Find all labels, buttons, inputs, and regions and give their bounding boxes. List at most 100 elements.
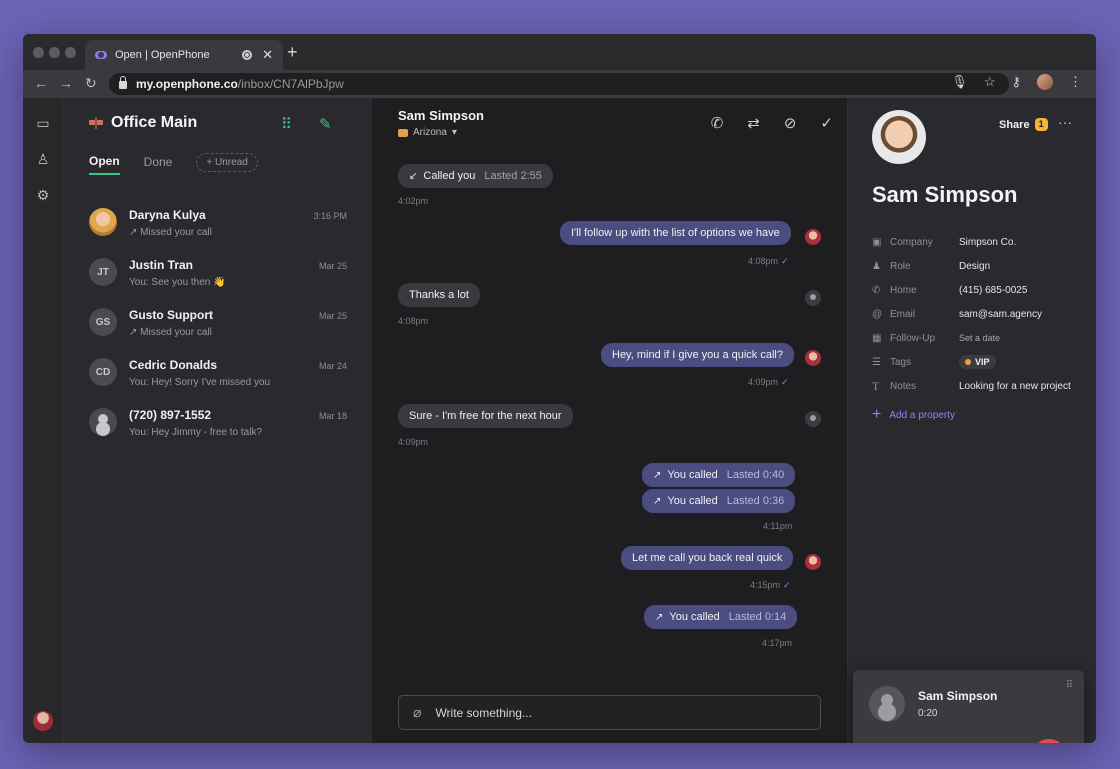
url-domain: my.openphone.co bbox=[136, 77, 238, 91]
conversation-time: 3:16 PM bbox=[313, 211, 347, 221]
briefcase-icon: ▣ bbox=[872, 236, 882, 248]
caller-avatar bbox=[869, 686, 905, 722]
chat-contact-name[interactable]: Sam Simpson bbox=[398, 108, 484, 123]
profile-avatar[interactable] bbox=[1037, 74, 1053, 90]
delivered-check-icon: ✓ bbox=[781, 377, 789, 387]
user-avatar[interactable] bbox=[33, 711, 53, 731]
delivered-check-icon: ✓ bbox=[783, 580, 791, 590]
inbox-title[interactable]: Office Main bbox=[89, 114, 197, 132]
contact-avatar bbox=[872, 110, 926, 164]
star-icon[interactable]: ☆ bbox=[984, 74, 996, 90]
phone-call-icon[interactable]: ✆ bbox=[711, 114, 724, 132]
list-item[interactable]: JT Justin Tran You: See you then 👋 Mar 2… bbox=[63, 254, 371, 304]
property-email[interactable]: @ Email sam@sam.agency bbox=[872, 302, 1082, 326]
inbox-title-text: Office Main bbox=[111, 114, 198, 131]
message-time: 4:08pm ✓ bbox=[748, 256, 789, 266]
tag-color-dot bbox=[965, 359, 971, 365]
tag-chip[interactable]: VIP bbox=[959, 355, 996, 369]
share-count-badge: 1 bbox=[1034, 118, 1048, 131]
reload-icon[interactable]: ↻ bbox=[85, 75, 97, 92]
avatar: GS bbox=[89, 308, 117, 336]
paperclip-icon[interactable]: ⌀ bbox=[413, 704, 421, 721]
conversation-preview: ↗ Missed your call bbox=[129, 327, 212, 338]
toolbar-right-icons: 🎙 ☆ ⚷ ⋮ bbox=[951, 74, 1082, 90]
new-tab-icon[interactable]: + bbox=[287, 42, 298, 63]
message-time: 4:09pm ✓ bbox=[748, 377, 789, 387]
chat-location[interactable]: Arizona ▾ bbox=[398, 127, 457, 138]
contact-avatar bbox=[805, 290, 821, 306]
message-time: 4:02pm bbox=[398, 196, 429, 206]
tab-bar: Open | OpenPhone ✕ + bbox=[23, 34, 1096, 70]
tab-title: Open | OpenPhone bbox=[115, 49, 210, 61]
drag-handle-icon[interactable]: ⠿ bbox=[1066, 680, 1073, 691]
message-time: 4:08pm bbox=[398, 316, 429, 326]
contacts-icon[interactable]: ♙ bbox=[34, 150, 52, 168]
recording-indicator-icon bbox=[242, 50, 253, 60]
message-bubble-incoming: Sure - I'm free for the next hour bbox=[398, 404, 573, 428]
call-log-bubble: ↗ You called Lasted 0:40 bbox=[642, 463, 796, 487]
location-flag-icon bbox=[398, 128, 408, 137]
contact-panel: Share 1 ··· Sam Simpson ▣ Company Simpso… bbox=[848, 98, 1096, 743]
unread-filter-button[interactable]: + Unread bbox=[196, 152, 258, 172]
property-notes[interactable]: T Notes Looking for a new project bbox=[872, 374, 1082, 398]
compose-pencil-icon[interactable]: ✎ bbox=[319, 115, 332, 133]
call-log-bubble: ↗ You called Lasted 0:14 bbox=[644, 605, 798, 629]
browser-toolbar: ← → ↻ my.openphone.co /inbox/CN7AlPbJpw … bbox=[23, 70, 1096, 98]
list-item[interactable]: Daryna Kulya ↗ Missed your call 3:16 PM bbox=[63, 204, 371, 254]
list-item[interactable]: GS Gusto Support ↗ Missed your call Mar … bbox=[63, 304, 371, 354]
message-bubble-outgoing: Hey, mind if I give you a quick call? bbox=[601, 343, 794, 367]
property-follow-up[interactable]: ▦ Follow-Up Set a date bbox=[872, 326, 1082, 350]
tab-done[interactable]: Done bbox=[144, 155, 173, 174]
contact-properties: ▣ Company Simpson Co. ♟ Role Design ✆ Ho… bbox=[872, 230, 1082, 398]
active-call-widget: Sam Simpson 0:20 ⠿ ⚙ ⠿ 🎙 ☎ bbox=[853, 670, 1084, 743]
key-icon[interactable]: ⚷ bbox=[1011, 74, 1021, 90]
property-tags[interactable]: ☰ Tags VIP bbox=[872, 350, 1082, 374]
browser-window: Open | OpenPhone ✕ + ← → ↻ my.openphone.… bbox=[23, 34, 1096, 743]
call-log-bubble: ↗ You called Lasted 0:36 bbox=[642, 489, 796, 513]
list-item[interactable]: CD Cedric Donalds You: Hey! Sorry I've m… bbox=[63, 354, 371, 404]
openphone-app: ▭ ♙ ⚙ Office Main ⠿ ✎ Open Done + Unread… bbox=[23, 98, 1096, 743]
chat-panel: Sam Simpson Arizona ▾ ✆ ⇄ ⊘ ✓ ↙ Called yo… bbox=[371, 98, 848, 743]
property-company[interactable]: ▣ Company Simpson Co. bbox=[872, 230, 1082, 254]
close-window-dot[interactable] bbox=[33, 47, 44, 58]
back-arrow-icon[interactable]: ← bbox=[34, 75, 48, 91]
share-contact-icon[interactable]: ⇄ bbox=[747, 114, 760, 132]
address-bar[interactable]: my.openphone.co /inbox/CN7AlPbJpw bbox=[109, 73, 1009, 95]
message-bubble-outgoing: Let me call you back real quick bbox=[621, 546, 794, 570]
mark-done-check-icon[interactable]: ✓ bbox=[820, 114, 833, 132]
composer-placeholder: Write something... bbox=[435, 705, 532, 720]
avatar bbox=[89, 208, 117, 236]
forward-arrow-icon[interactable]: → bbox=[59, 75, 73, 91]
kebab-menu-icon[interactable]: ⋮ bbox=[1069, 74, 1082, 90]
microphone-icon[interactable]: 🎙 bbox=[951, 74, 968, 90]
share-button[interactable]: Share 1 bbox=[999, 118, 1048, 131]
hang-up-button[interactable]: ☎ bbox=[1031, 739, 1067, 743]
property-role[interactable]: ♟ Role Design bbox=[872, 254, 1082, 278]
minimize-window-dot[interactable] bbox=[49, 47, 60, 58]
settings-gear-icon[interactable]: ⚙ bbox=[34, 186, 52, 204]
conversation-preview: You: Hey! Sorry I've missed you bbox=[129, 377, 271, 388]
contact-name[interactable]: Sam Simpson bbox=[872, 182, 1017, 208]
tab-open[interactable]: Open bbox=[89, 154, 120, 175]
outgoing-call-icon: ↗ bbox=[655, 612, 664, 623]
text-t-icon: T bbox=[872, 378, 880, 393]
close-tab-icon[interactable]: ✕ bbox=[262, 47, 273, 63]
browser-tab[interactable]: Open | OpenPhone ✕ bbox=[85, 40, 283, 70]
caller-name: Sam Simpson bbox=[918, 689, 998, 703]
at-sign-icon: @ bbox=[872, 308, 883, 320]
property-home[interactable]: ✆ Home (415) 685-0025 bbox=[872, 278, 1082, 302]
more-options-icon[interactable]: ··· bbox=[1058, 114, 1072, 130]
dialpad-icon[interactable]: ⠿ bbox=[281, 115, 292, 133]
add-property-button[interactable]: + Add a property bbox=[872, 406, 955, 424]
sender-avatar bbox=[805, 229, 821, 245]
block-icon[interactable]: ⊘ bbox=[784, 114, 797, 132]
message-composer[interactable]: ⌀ Write something... bbox=[398, 695, 821, 730]
message-bubble-outgoing: I'll follow up with the list of options … bbox=[560, 221, 791, 245]
chat-actions: ✆ ⇄ ⊘ ✓ bbox=[711, 114, 833, 132]
conversation-preview: ↗ Missed your call bbox=[129, 227, 212, 238]
maximize-window-dot[interactable] bbox=[65, 47, 76, 58]
list-icon: ☰ bbox=[872, 356, 881, 368]
inbox-icon[interactable]: ▭ bbox=[34, 114, 52, 132]
conversation-preview: You: Hey Jimmy - free to talk? bbox=[129, 427, 263, 438]
list-item[interactable]: (720) 897-1552 You: Hey Jimmy - free to … bbox=[63, 404, 371, 454]
